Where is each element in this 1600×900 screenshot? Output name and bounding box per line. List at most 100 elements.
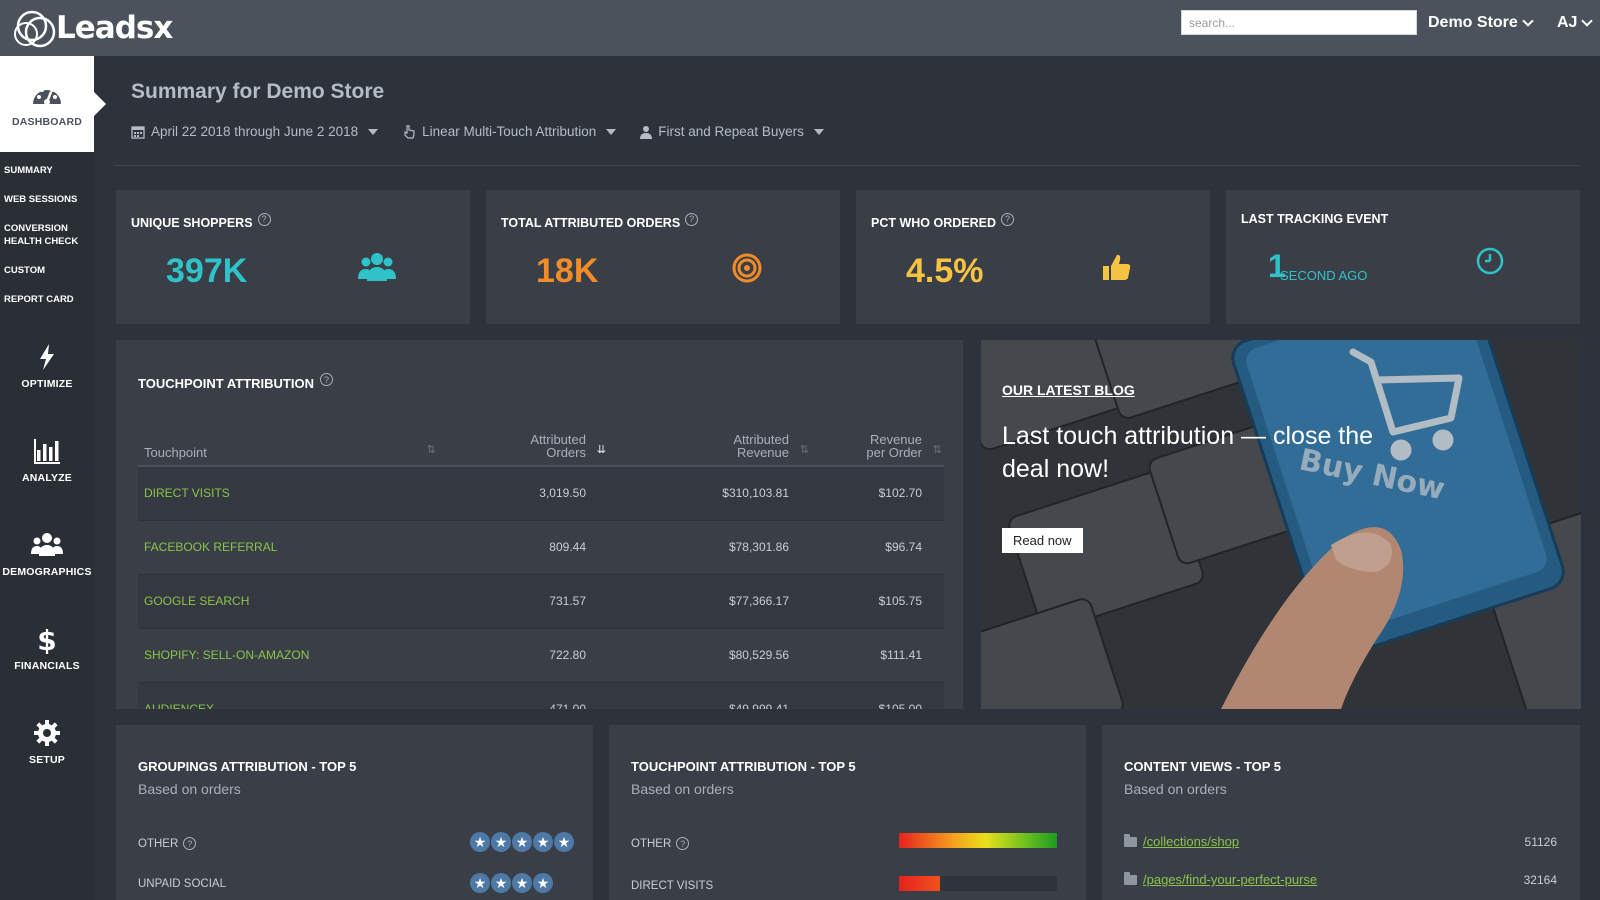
help-icon[interactable]: ?	[1001, 212, 1014, 226]
gear-icon	[34, 720, 60, 746]
subnav-custom[interactable]: CUSTOM	[4, 264, 92, 277]
grouping-label: OTHER	[138, 837, 179, 850]
column-header-touchpoint[interactable]: Touchpoint ⇅	[138, 426, 438, 467]
nav-demographics[interactable]: DEMOGRAPHICS	[0, 530, 94, 578]
clock-icon	[1476, 247, 1504, 275]
nav-setup[interactable]: SETUP	[0, 718, 94, 766]
star-icon: ★	[470, 873, 490, 893]
touchpoint-title-wrap: TOUCHPOINT ATTRIBUTION ?	[138, 373, 333, 391]
bar-fill	[899, 876, 941, 891]
nav-demographics-label: DEMOGRAPHICS	[2, 566, 92, 578]
chevron-down-icon	[1522, 15, 1534, 27]
column-header-attributed-revenue[interactable]: Attributed Revenue ⇅	[608, 426, 811, 467]
nav-financials[interactable]: $ FINANCIALS	[0, 624, 94, 672]
table-row[interactable]: AUDIENCEX 471.00 $49,999.41 $105.00	[138, 682, 944, 709]
star-icon: ★	[491, 873, 511, 893]
subnav-web-sessions[interactable]: WEB SESSIONS	[4, 193, 92, 206]
date-range-label: April 22 2018 through June 2 2018	[151, 124, 359, 139]
touchpoint-top-bar	[899, 833, 1057, 848]
help-icon[interactable]: ?	[319, 373, 333, 386]
brand-logo[interactable]: Leadsx	[8, 6, 173, 50]
help-icon[interactable]: ?	[257, 212, 271, 226]
content-view-link[interactable]: /pages/find-your-perfect-purse	[1143, 872, 1317, 887]
sort-icon[interactable]: ⇅	[933, 444, 942, 457]
table-row[interactable]: DIRECT VISITS 3,019.50 $310,103.81 $102.…	[138, 466, 944, 521]
star-icon: ★	[533, 873, 553, 893]
kpi-value: 18K	[536, 252, 599, 290]
logo-rings-icon	[14, 10, 56, 48]
sort-desc-icon[interactable]: ⇊	[597, 444, 606, 457]
touchpoint-name[interactable]: SHOPIFY: SELL-ON-AMAZON	[138, 628, 438, 683]
latest-blog-card[interactable]: Buy Now OUR LATEST BLOG Last touch attri…	[981, 340, 1581, 709]
star-icon: ★	[512, 873, 532, 893]
touchpoint-name[interactable]: DIRECT VISITS	[138, 466, 438, 521]
touchpoint-scroll-area[interactable]: TOUCHPOINT ATTRIBUTION ? Touchpoint ⇅ At…	[116, 340, 963, 709]
sort-icon[interactable]: ⇅	[427, 444, 436, 457]
dashboard-subnav: SUMMARY WEB SESSIONS CONVERSION HEALTH C…	[4, 164, 92, 322]
nav-optimize-label: OPTIMIZE	[21, 378, 73, 390]
kpi-title: UNIQUE SHOPPERS	[131, 216, 253, 230]
help-icon[interactable]: ?	[676, 837, 690, 850]
column-label: Touchpoint	[144, 445, 207, 460]
subnav-conversion-health-check[interactable]: CONVERSION HEALTH CHECK	[4, 222, 82, 248]
lightning-icon	[40, 344, 54, 370]
widget-subtitle: Based on orders	[631, 781, 734, 797]
attributed-orders: 3,019.50	[438, 466, 608, 521]
attributed-orders: 722.80	[438, 628, 608, 683]
filter-bar: April 22 2018 through June 2 2018 Linear…	[131, 124, 824, 139]
help-icon[interactable]: ?	[183, 837, 197, 850]
read-now-button[interactable]: Read now	[1002, 528, 1083, 553]
grouping-row[interactable]: UNPAID SOCIAL	[138, 878, 226, 890]
user-menu[interactable]: AJ	[1557, 14, 1594, 32]
attribution-model-filter[interactable]: Linear Multi-Touch Attribution	[402, 124, 617, 139]
attributed-orders: 731.57	[438, 574, 608, 629]
kpi-title: TOTAL ATTRIBUTED ORDERS	[501, 216, 681, 230]
store-name: Demo Store	[1428, 14, 1518, 31]
revenue-per-order: $111.41	[811, 628, 944, 683]
buyer-type-filter[interactable]: First and Repeat Buyers	[640, 124, 824, 139]
sort-icon[interactable]: ⇅	[800, 444, 809, 457]
table-header-row: Touchpoint ⇅ Attributed Orders ⇊ Attribu…	[138, 426, 944, 467]
touchpoint-top-row[interactable]: DIRECT VISITS	[631, 880, 713, 892]
groupings-attribution-panel: GROUPINGS ATTRIBUTION - TOP 5 Based on o…	[116, 725, 593, 900]
touchpoint-table: Touchpoint ⇅ Attributed Orders ⇊ Attribu…	[138, 426, 944, 709]
date-range-filter[interactable]: April 22 2018 through June 2 2018	[131, 124, 379, 139]
subnav-summary[interactable]: SUMMARY	[4, 164, 92, 177]
content-view-link[interactable]: /collections/shop	[1143, 834, 1239, 849]
grouping-row[interactable]: OTHER ?	[138, 837, 197, 850]
touchpoint-name[interactable]: AUDIENCEX	[138, 682, 438, 709]
nav-analyze[interactable]: ANALYZE	[0, 436, 94, 484]
column-header-attributed-orders[interactable]: Attributed Orders ⇊	[438, 426, 608, 467]
star-icon: ★	[554, 832, 574, 852]
touchpoint-name[interactable]: GOOGLE SEARCH	[138, 574, 438, 629]
grouping-label: UNPAID SOCIAL	[138, 878, 226, 890]
nav-setup-label: SETUP	[28, 754, 65, 766]
touchpoint-name[interactable]: FACEBOOK REFERRAL	[138, 520, 438, 575]
nav-dashboard[interactable]: DASHBOARD	[0, 56, 106, 152]
dollar-icon: $	[37, 624, 56, 654]
blog-headline[interactable]: Last touch attribution — close the deal …	[1002, 420, 1382, 486]
grouping-rating: ★ ★ ★ ★	[470, 873, 553, 893]
blog-section-label[interactable]: OUR LATEST BLOG	[1002, 382, 1135, 398]
content-view-row: /collections/shop 51126	[1124, 833, 1557, 849]
table-row[interactable]: GOOGLE SEARCH 731.57 $77,366.17 $105.75	[138, 574, 944, 629]
content-view-row: /pages/find-your-perfect-purse 32164	[1124, 871, 1557, 887]
subnav-report-card[interactable]: REPORT CARD	[4, 293, 92, 306]
widget-title: GROUPINGS ATTRIBUTION - TOP 5	[138, 759, 357, 774]
chevron-down-icon	[1581, 15, 1594, 27]
kpi-title-wrap: UNIQUE SHOPPERS ?	[131, 212, 271, 230]
kpi-title-wrap: TOTAL ATTRIBUTED ORDERS ?	[501, 212, 699, 230]
nav-optimize[interactable]: OPTIMIZE	[0, 342, 94, 390]
calendar-icon	[131, 125, 145, 139]
kpi-total-attributed-orders: TOTAL ATTRIBUTED ORDERS ? 18K	[486, 190, 840, 324]
touchpoint-top-row[interactable]: OTHER ?	[631, 837, 690, 850]
bar-chart-icon	[34, 439, 60, 464]
table-row[interactable]: FACEBOOK REFERRAL 809.44 $78,301.86 $96.…	[138, 520, 944, 575]
column-header-revenue-per-order[interactable]: Revenue per Order ⇅	[811, 426, 944, 467]
store-selector[interactable]: Demo Store	[1428, 14, 1534, 32]
help-icon[interactable]: ?	[685, 212, 699, 226]
table-row[interactable]: SHOPIFY: SELL-ON-AMAZON 722.80 $80,529.5…	[138, 628, 944, 683]
search-input[interactable]	[1181, 10, 1417, 35]
column-label: Attributed Revenue	[733, 432, 789, 460]
kpi-last-tracking-event: LAST TRACKING EVENT 1 SECOND AGO	[1226, 190, 1580, 324]
